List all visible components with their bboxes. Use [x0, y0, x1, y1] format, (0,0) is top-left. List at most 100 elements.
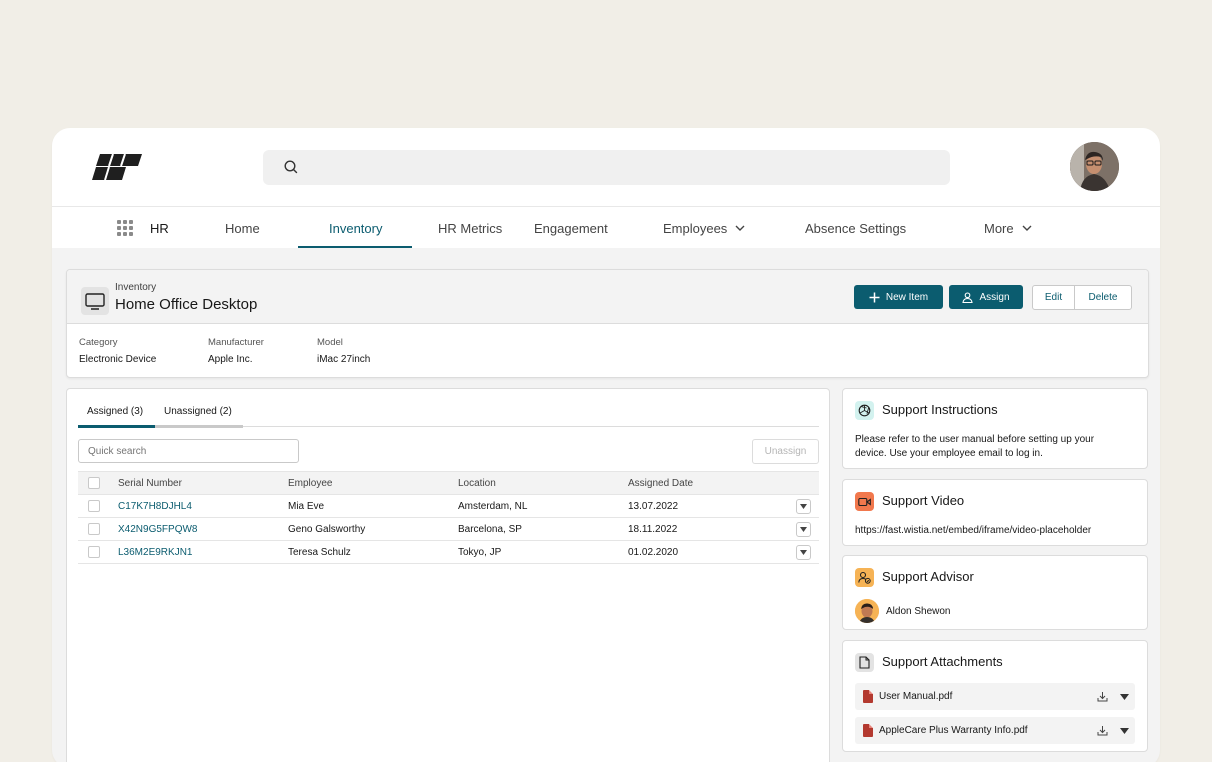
tab-unassigned[interactable]: Unassigned (2) — [164, 406, 232, 417]
support-video-card: Support Video https://fast.wistia.net/em… — [842, 479, 1148, 546]
nav-item-label: More — [984, 220, 1014, 236]
unassign-button[interactable]: Unassign — [752, 439, 819, 464]
user-icon — [962, 291, 974, 303]
nav-item-label: HR Metrics — [438, 220, 503, 236]
table-header: Serial Number Employee Location Assigned… — [78, 471, 819, 495]
app-name: HR — [150, 220, 169, 236]
nav-item-hr-metrics[interactable]: HR Metrics — [438, 207, 502, 249]
employee-cell: Geno Galsworthy — [288, 523, 366, 535]
field-value: Apple Inc. — [208, 354, 253, 365]
nav-item-more[interactable]: More — [984, 207, 1032, 249]
employee-cell: Mia Eve — [288, 500, 325, 512]
serial-number-link[interactable]: L36M2E9RKJN1 — [118, 541, 192, 563]
row-actions-menu[interactable] — [796, 541, 811, 563]
record-actions-group: Edit Delete — [1032, 285, 1132, 310]
app-window: HR Home Inventory HR Metrics Engagement … — [52, 128, 1160, 762]
field-label: Manufacturer — [208, 337, 264, 348]
location-cell: Tokyo, JP — [458, 546, 502, 558]
aperture-icon — [855, 401, 874, 420]
delete-button[interactable]: Delete — [1075, 286, 1131, 309]
column-header[interactable]: Assigned Date — [628, 472, 693, 494]
nav-item-label: Home — [225, 220, 260, 236]
attachment-name: User Manual.pdf — [879, 691, 953, 702]
table-row: L36M2E9RKJN1 Teresa Schulz Tokyo, JP 01.… — [78, 541, 819, 564]
serial-number-link[interactable]: C17K7H8DJHL4 — [118, 495, 192, 517]
download-icon[interactable] — [1097, 725, 1108, 736]
serial-number-link[interactable]: X42N9G5FPQW8 — [118, 518, 197, 540]
nav-item-label: Employees — [663, 220, 728, 236]
search-icon — [283, 159, 299, 175]
new-item-button[interactable]: New Item — [854, 285, 943, 309]
column-header[interactable]: Employee — [288, 472, 332, 494]
user-avatar[interactable] — [1070, 142, 1119, 191]
assign-label: Assign — [979, 291, 1010, 303]
chevron-down-icon — [1022, 225, 1032, 231]
caret-down-icon — [800, 503, 807, 509]
location-cell: Barcelona, SP — [458, 523, 522, 535]
app-launcher[interactable]: HR — [117, 207, 169, 249]
video-url[interactable]: https://fast.wistia.net/embed/iframe/vid… — [855, 524, 1091, 538]
attachment-item[interactable]: User Manual.pdf — [855, 683, 1135, 710]
advisor-avatar[interactable] — [855, 599, 879, 623]
employee-cell: Teresa Schulz — [288, 546, 351, 558]
user-check-icon — [855, 568, 874, 587]
quick-search-input[interactable] — [78, 439, 299, 463]
column-header[interactable]: Serial Number — [118, 472, 182, 494]
select-all-checkbox[interactable] — [88, 472, 100, 494]
instructions-text: Please refer to the user manual before s… — [855, 433, 1094, 461]
caret-down-icon — [800, 526, 807, 532]
nav-item-label: Absence Settings — [805, 220, 907, 236]
row-checkbox[interactable] — [88, 518, 100, 540]
edit-button[interactable]: Edit — [1033, 286, 1075, 309]
tab-indicator — [155, 425, 243, 428]
company-logo[interactable] — [92, 152, 144, 184]
nav-item-label: Engagement — [534, 220, 608, 236]
caret-down-icon[interactable] — [1120, 728, 1129, 734]
global-search-input[interactable] — [263, 150, 950, 185]
field-model: Model iMac 27inch — [317, 337, 370, 365]
advisor-name[interactable]: Aldon Shewon — [886, 605, 951, 619]
row-checkbox[interactable] — [88, 541, 100, 563]
card-title: Support Advisor — [882, 569, 974, 584]
instructions-line: device. Use your employee email to log i… — [855, 448, 1043, 459]
assign-button[interactable]: Assign — [949, 285, 1023, 309]
nav-item-home[interactable]: Home — [225, 207, 260, 249]
date-cell: 18.11.2022 — [628, 523, 678, 535]
active-tab-indicator — [78, 425, 155, 428]
nav-item-absence-settings[interactable]: Absence Settings — [805, 207, 906, 249]
row-checkbox[interactable] — [88, 495, 100, 517]
nav-item-inventory[interactable]: Inventory — [329, 207, 382, 249]
record-header: Inventory Home Office Desktop New Item A… — [67, 270, 1148, 324]
assignments-table: Serial Number Employee Location Assigned… — [78, 471, 819, 564]
attachment-name: AppleCare Plus Warranty Info.pdf — [879, 725, 1028, 736]
location-cell: Amsterdam, NL — [458, 500, 528, 512]
caret-down-icon[interactable] — [1120, 694, 1129, 700]
row-actions-menu[interactable] — [796, 495, 811, 517]
attachment-item[interactable]: AppleCare Plus Warranty Info.pdf — [855, 717, 1135, 744]
record-header-card: Inventory Home Office Desktop New Item A… — [66, 269, 1149, 378]
table-row: X42N9G5FPQW8 Geno Galsworthy Barcelona, … — [78, 518, 819, 541]
record-title: Home Office Desktop — [115, 296, 258, 313]
row-actions-menu[interactable] — [796, 518, 811, 540]
assignments-card: Assigned (3) Unassigned (2) Unassign Ser… — [66, 388, 830, 762]
pdf-file-icon — [863, 724, 873, 737]
date-cell: 13.07.2022 — [628, 500, 679, 512]
active-tab-indicator — [298, 246, 412, 248]
nav-item-engagement[interactable]: Engagement — [534, 207, 608, 249]
document-icon — [855, 653, 874, 672]
nav-item-employees[interactable]: Employees — [663, 207, 745, 249]
download-icon[interactable] — [1097, 691, 1108, 702]
support-instructions-card: Support Instructions Please refer to the… — [842, 388, 1148, 469]
global-header — [52, 128, 1160, 206]
nav-item-label: Inventory — [329, 220, 383, 236]
column-header[interactable]: Location — [458, 472, 496, 494]
new-item-label: New Item — [885, 291, 929, 303]
desktop-icon — [81, 287, 109, 315]
field-value: iMac 27inch — [317, 354, 371, 365]
support-advisor-card: Support Advisor Aldon Shewon — [842, 555, 1148, 630]
field-category: Category Electronic Device — [79, 337, 156, 365]
chevron-down-icon — [735, 225, 745, 231]
tab-assigned[interactable]: Assigned (3) — [87, 406, 143, 417]
card-title: Support Video — [882, 493, 965, 508]
assignment-tabs: Assigned (3) Unassigned (2) — [78, 399, 819, 428]
